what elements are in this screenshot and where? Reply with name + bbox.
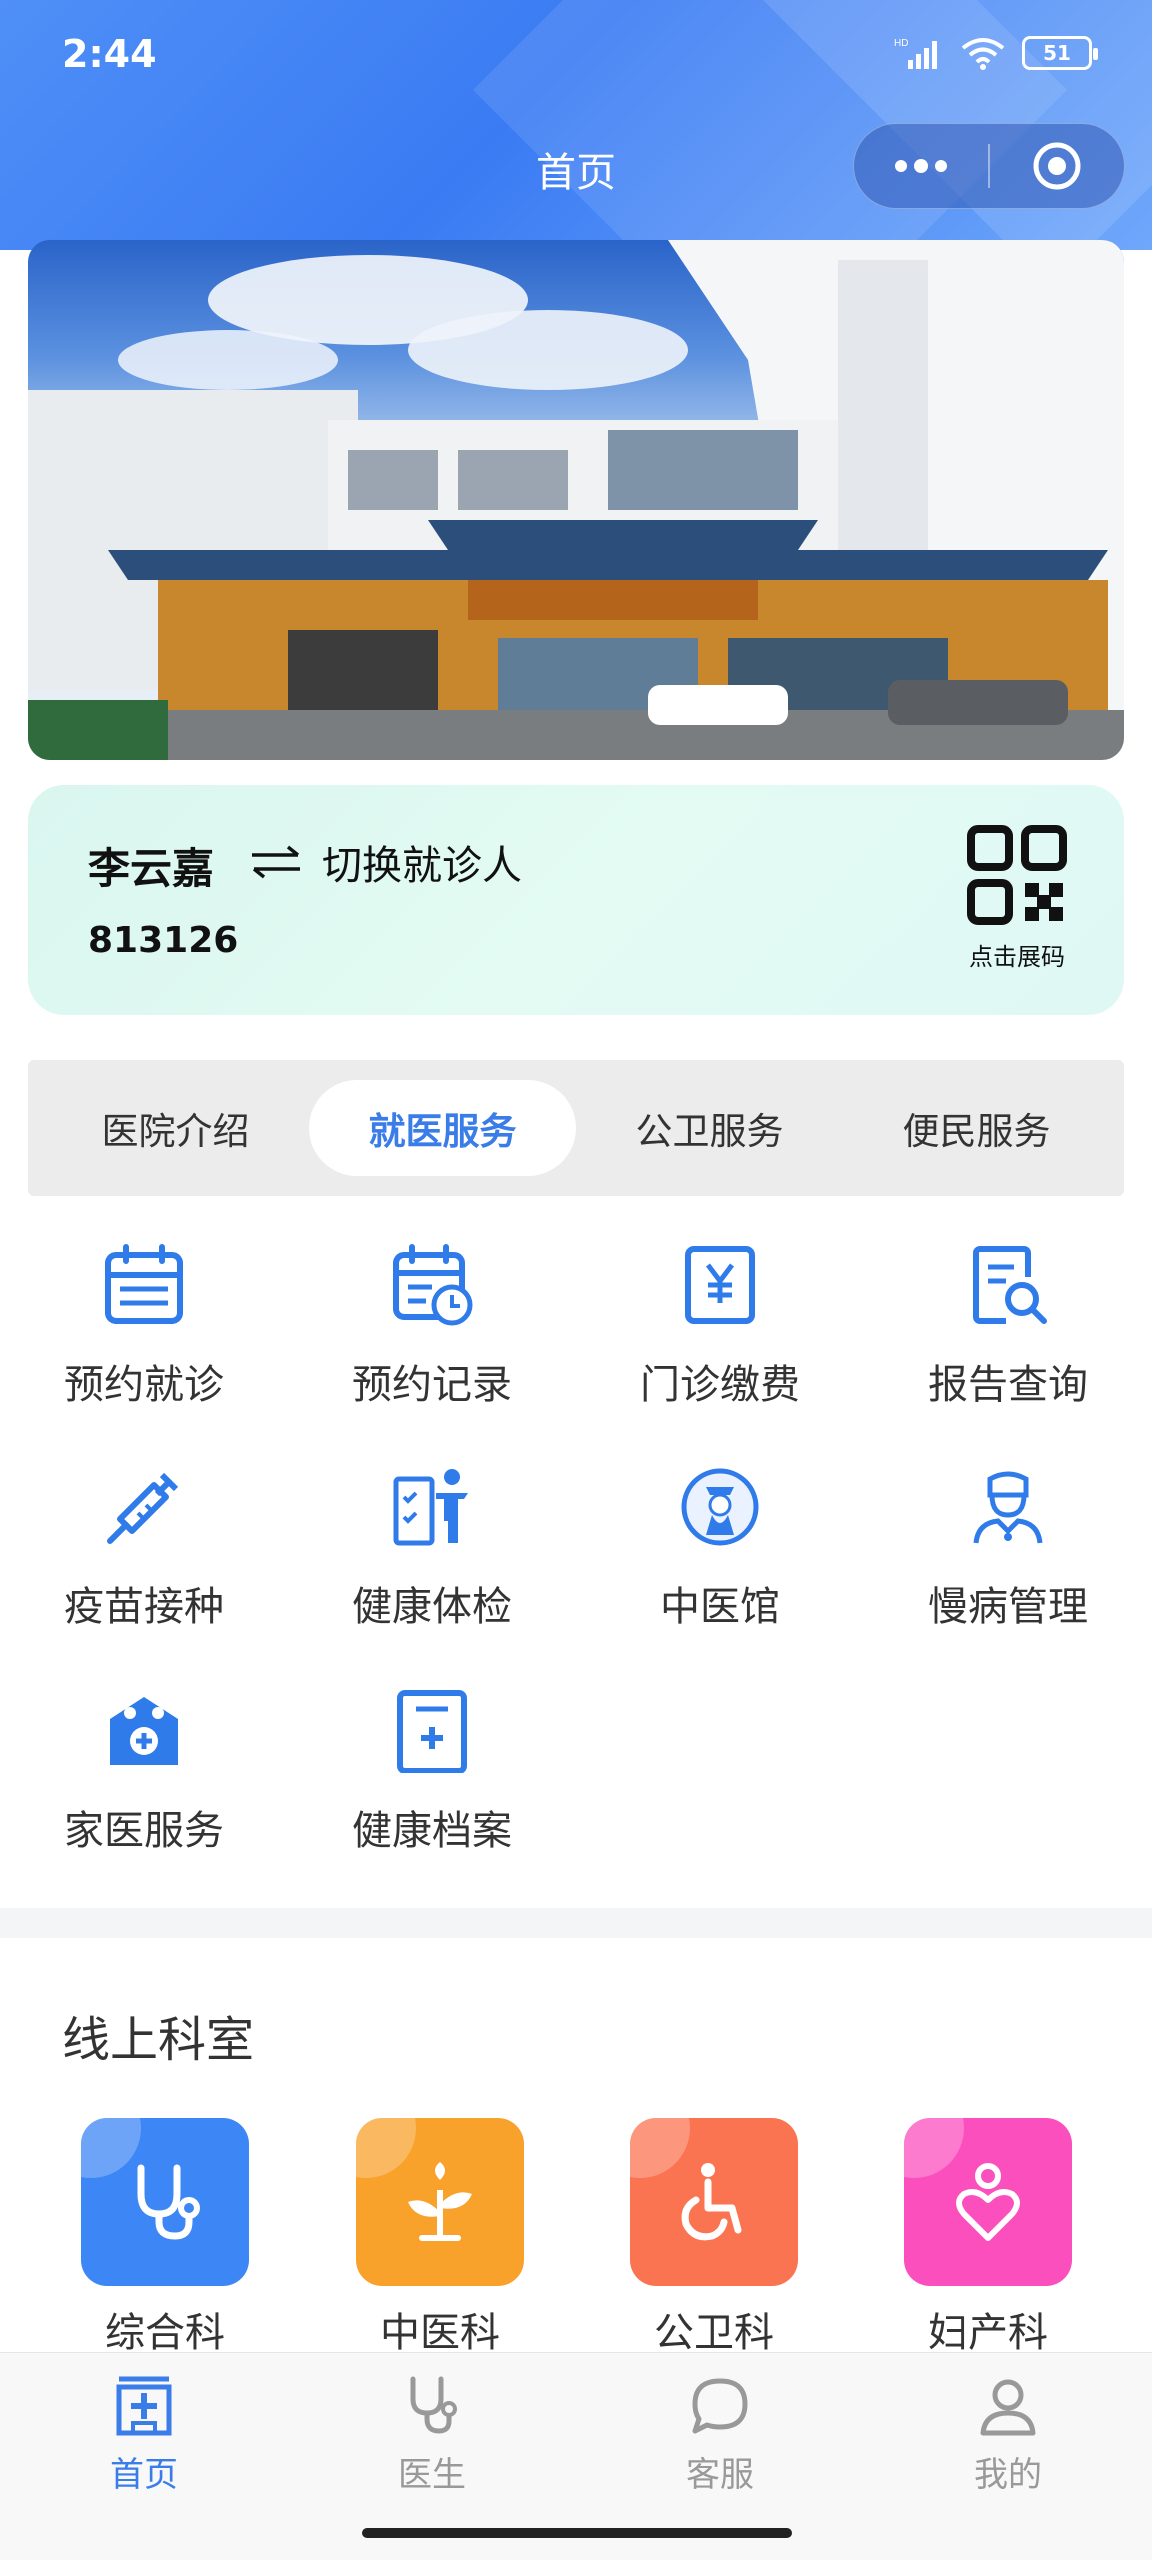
- patient-id: 813126: [88, 920, 239, 961]
- section-divider: [0, 1908, 1152, 1938]
- status-time: 2:44: [62, 32, 157, 76]
- report-search-icon: [973, 1246, 1047, 1324]
- calendar-clock-icon: [393, 1244, 473, 1326]
- patient-card[interactable]: 李云嘉 切换就诊人 813126 点击展码: [28, 785, 1124, 1015]
- service-family-doctor[interactable]: 家医服务: [0, 1686, 288, 1856]
- dept-obstetrics[interactable]: 妇产科: [904, 2118, 1072, 2358]
- dept-tile: [630, 2118, 798, 2286]
- signal-icon: HD: [894, 38, 937, 69]
- patient-name: 李云嘉: [88, 844, 215, 893]
- dept-label: 综合科: [105, 2310, 225, 2356]
- tab-hospital-intro[interactable]: 医院介绍: [42, 1080, 309, 1176]
- service-label: 预约记录: [352, 1362, 512, 1408]
- dept-public-health[interactable]: 公卫科: [630, 2118, 798, 2358]
- service-label: 中医馆: [660, 1584, 780, 1630]
- more-button[interactable]: [854, 124, 988, 208]
- tabbar-label: 客服: [686, 2455, 754, 2495]
- close-miniprogram-button[interactable]: [990, 124, 1124, 208]
- service-chronic-disease[interactable]: 慢病管理: [864, 1462, 1152, 1632]
- health-record-icon: [397, 1690, 467, 1773]
- switch-arrows-icon: [252, 845, 300, 879]
- nurse-icon: [973, 1471, 1043, 1544]
- family-doctor-icon: [110, 1697, 178, 1765]
- hospital-photo: [28, 240, 1124, 760]
- service-health-checkup[interactable]: 健康体检: [288, 1462, 576, 1632]
- service-appointment[interactable]: 预约就诊: [0, 1240, 288, 1410]
- herb-icon: [408, 2162, 472, 2241]
- dept-tile: [904, 2118, 1072, 2286]
- online-departments-title: 线上科室: [62, 2012, 255, 2068]
- service-tabs: 医院介绍 就医服务 公卫服务 便民服务: [28, 1060, 1124, 1196]
- status-icons: HD 51: [894, 36, 1098, 70]
- tcm-doctor-icon: [681, 1468, 759, 1546]
- show-qr-button[interactable]: 点击展码: [962, 825, 1072, 972]
- wheelchair-icon: [681, 2163, 742, 2241]
- qr-code-icon: [967, 825, 1067, 925]
- calendar-icon: [105, 1244, 183, 1324]
- dept-tile: [81, 2118, 249, 2286]
- more-dots-icon: [895, 159, 947, 173]
- service-label: 疫苗接种: [64, 1584, 224, 1630]
- service-tcm-hall[interactable]: 中医馆: [576, 1462, 864, 1632]
- checkup-icon: [393, 1469, 468, 1546]
- user-icon: [980, 2379, 1036, 2436]
- battery-icon: 51: [1022, 36, 1098, 70]
- tab-medical-service[interactable]: 就医服务: [309, 1080, 576, 1176]
- tab-convenience[interactable]: 便民服务: [843, 1080, 1110, 1176]
- chat-icon: [692, 2378, 748, 2434]
- tabbar-label: 首页: [110, 2455, 178, 2495]
- miniprogram-capsule: [853, 123, 1125, 209]
- service-outpatient-payment[interactable]: 门诊缴费: [576, 1240, 864, 1410]
- service-label: 门诊缴费: [640, 1362, 800, 1408]
- service-label: 慢病管理: [928, 1584, 1088, 1630]
- service-report-query[interactable]: 报告查询: [864, 1240, 1152, 1410]
- service-appointment-records[interactable]: 预约记录: [288, 1240, 576, 1410]
- service-label: 家医服务: [64, 1808, 224, 1854]
- status-bar: 2:44 HD 51: [0, 0, 1152, 110]
- switch-patient-label: 切换就诊人: [322, 843, 522, 889]
- tabbar-label: 医生: [398, 2455, 466, 2495]
- service-health-record[interactable]: 健康档案: [288, 1686, 576, 1856]
- tab-public-health[interactable]: 公卫服务: [576, 1080, 843, 1176]
- dept-tcm[interactable]: 中医科: [356, 2118, 524, 2358]
- hospital-banner[interactable]: [28, 240, 1124, 760]
- dept-label: 中医科: [380, 2310, 500, 2356]
- tabbar-service[interactable]: 客服: [576, 2375, 864, 2496]
- mother-icon: [956, 2163, 1020, 2241]
- svg-text:HD: HD: [894, 38, 908, 49]
- service-label: 报告查询: [928, 1362, 1088, 1408]
- home-indicator[interactable]: [362, 2528, 792, 2538]
- tabbar-doctor[interactable]: 医生: [288, 2375, 576, 2496]
- target-icon: [1033, 142, 1081, 190]
- service-vaccination[interactable]: 疫苗接种: [0, 1462, 288, 1632]
- dept-tile: [356, 2118, 524, 2286]
- yuan-bill-icon: [685, 1246, 755, 1324]
- service-label: 预约就诊: [64, 1362, 224, 1408]
- tabbar-label: 我的: [974, 2455, 1042, 2495]
- wifi-icon: [961, 38, 1005, 70]
- dept-general[interactable]: 综合科: [81, 2118, 249, 2358]
- tabbar-mine[interactable]: 我的: [864, 2375, 1152, 2496]
- syringe-icon: [107, 1472, 179, 1544]
- switch-patient-button[interactable]: 切换就诊人: [248, 833, 522, 891]
- service-label: 健康体检: [352, 1584, 512, 1630]
- qr-label: 点击展码: [969, 943, 1065, 971]
- tabbar-home[interactable]: 首页: [0, 2375, 288, 2496]
- dept-label: 公卫科: [654, 2310, 774, 2356]
- hospital-icon: [116, 2376, 172, 2436]
- dept-label: 妇产科: [928, 2310, 1048, 2356]
- service-label: 健康档案: [352, 1808, 512, 1854]
- stethoscope-icon: [137, 2164, 200, 2240]
- stethoscope-icon: [410, 2376, 457, 2434]
